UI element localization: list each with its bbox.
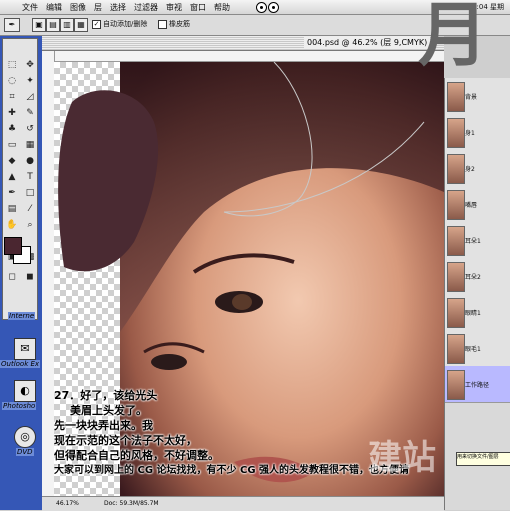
layer-thumbnail	[447, 154, 465, 184]
heal-tool-icon[interactable]: ✚	[3, 105, 21, 121]
layer-item[interactable]: 眼毛1	[445, 330, 510, 367]
auto-add-delete-option[interactable]: ✓ 自动添加/删除	[92, 19, 147, 29]
type-tool-icon[interactable]: T	[21, 169, 39, 185]
blur-tool-icon[interactable]: ◆	[3, 153, 21, 169]
caption-line: 27．好了，该给光头	[54, 389, 158, 402]
layer-item[interactable]: 背景	[445, 78, 510, 115]
document-titlebar[interactable]: 004.psd @ 46.2% (层 9,CMYK)	[42, 36, 444, 51]
menu-help[interactable]: 帮助	[210, 2, 234, 13]
layer-thumbnail	[447, 262, 465, 292]
menu-filter[interactable]: 过滤器	[130, 2, 162, 13]
layer-name: 耳朵1	[465, 238, 481, 245]
move-tool-icon[interactable]: ✥	[21, 57, 39, 73]
outlook-icon[interactable]: ✉	[14, 338, 36, 360]
brush-tool-icon[interactable]: ✎	[21, 105, 39, 121]
layer-item[interactable]: 身1	[445, 114, 510, 151]
document-title: 004.psd @ 46.2% (层 9,CMYK)	[304, 37, 431, 48]
checkbox-icon[interactable]	[158, 19, 167, 29]
hand-tool-icon[interactable]: ✋	[3, 217, 21, 233]
menu-image[interactable]: 图像	[66, 2, 90, 13]
dodge-tool-icon[interactable]: ●	[21, 153, 39, 169]
tooltip: 用来切换文件/图层	[456, 452, 510, 466]
photoshop-icon[interactable]: ◐	[14, 380, 36, 402]
internet-label: Interne	[8, 312, 36, 320]
site-watermark: 建站	[368, 438, 436, 478]
zoom-tool-icon[interactable]: ⌕	[21, 217, 39, 233]
auto-add-delete-label: 自动添加/删除	[103, 20, 148, 28]
toolbox: ⬚ ✥ ◌ ✦ ⌗ ◿ ✚ ✎ ♣ ↺ ▭ ▦ ◆ ● ▲ T ✒ □ ▤ ⁄ …	[2, 38, 38, 320]
zoom-level[interactable]: 46.17%	[56, 500, 79, 507]
layer-item[interactable]: 耳朵1	[445, 222, 510, 259]
layer-name: 眼睛1	[465, 310, 481, 317]
crop-tool-icon[interactable]: ⌗	[3, 89, 21, 105]
shape-tool-icon[interactable]: □	[21, 185, 39, 201]
layer-name: 背景	[465, 94, 478, 101]
notes-tool-icon[interactable]: ▤	[3, 201, 21, 217]
checkbox-icon[interactable]: ✓	[92, 19, 101, 29]
menu-view[interactable]: 审视	[162, 2, 186, 13]
path-intersect-icon[interactable]: ▥	[60, 18, 74, 32]
menu-window[interactable]: 窗口	[186, 2, 210, 13]
layer-name: 工作路径	[465, 382, 490, 389]
eraser-tool-icon[interactable]: ▭	[3, 137, 21, 153]
layer-thumbnail	[447, 298, 465, 328]
eyes-icon	[256, 2, 279, 13]
layer-thumbnail	[447, 226, 465, 256]
layer-item[interactable]: 眼睛1	[445, 294, 510, 331]
layer-thumbnail	[447, 370, 465, 400]
menu-select[interactable]: 选择	[106, 2, 130, 13]
doc-size: Doc: 59.3M/85.7M	[104, 500, 159, 507]
layer-name: 耳朵2	[465, 274, 481, 281]
slice-tool-icon[interactable]: ◿	[21, 89, 39, 105]
layers-panel: 背景 身1 身2 嘴唇 耳朵1 耳朵2 眼睛1 眼毛1 工作路径	[444, 78, 510, 510]
layer-name: 身1	[465, 130, 475, 137]
layer-item[interactable]: 耳朵2	[445, 258, 510, 295]
path-add-icon[interactable]: ▣	[32, 18, 46, 32]
layer-item-selected[interactable]: 工作路径	[445, 366, 510, 403]
gradient-tool-icon[interactable]: ▦	[21, 137, 39, 153]
menu-layer[interactable]: 层	[90, 2, 106, 13]
layer-thumbnail	[447, 334, 465, 364]
layer-name: 嘴唇	[465, 202, 478, 209]
top-ruler[interactable]	[54, 51, 444, 62]
lasso-tool-icon[interactable]: ◌	[3, 73, 21, 89]
dvd-icon[interactable]: ◎	[14, 426, 36, 448]
corner-watermark-glyph: 月	[418, 0, 488, 76]
rubber-band-label: 橡皮筋	[169, 20, 190, 28]
history-brush-icon[interactable]: ↺	[21, 121, 39, 137]
rubber-band-option[interactable]: 橡皮筋	[158, 19, 190, 29]
stamp-tool-icon[interactable]: ♣	[3, 121, 21, 137]
layer-item[interactable]: 身2	[445, 150, 510, 187]
layer-name: 身2	[465, 166, 475, 173]
magic-wand-icon[interactable]: ✦	[21, 73, 39, 89]
layer-thumbnail	[447, 118, 465, 148]
status-bar: 46.17% Doc: 59.3M/85.7M	[42, 496, 444, 511]
menu-edit[interactable]: 编辑	[42, 2, 66, 13]
caption-line: 美眉上头发了。	[70, 404, 147, 417]
layer-thumbnail	[447, 190, 465, 220]
outlook-label: Outlook Ex	[0, 360, 41, 368]
layer-name: 眼毛1	[465, 346, 481, 353]
photoshop-label: Photosho	[2, 402, 37, 410]
path-exclude-icon[interactable]: ▦	[74, 18, 88, 32]
layer-thumbnail	[447, 82, 465, 112]
path-subtract-icon[interactable]: ▤	[46, 18, 60, 32]
pen-tool-icon[interactable]: ✒	[3, 185, 21, 201]
eyedropper-icon[interactable]: ⁄	[21, 201, 39, 217]
path-select-icon[interactable]: ▲	[3, 169, 21, 185]
dvd-label: DVD	[16, 448, 34, 456]
menu-file[interactable]: 文件	[18, 2, 42, 13]
pen-tool-icon[interactable]: ✒	[4, 18, 20, 32]
layer-item[interactable]: 嘴唇	[445, 186, 510, 223]
foreground-color-swatch[interactable]	[4, 237, 22, 255]
marquee-tool-icon[interactable]: ⬚	[3, 57, 21, 73]
